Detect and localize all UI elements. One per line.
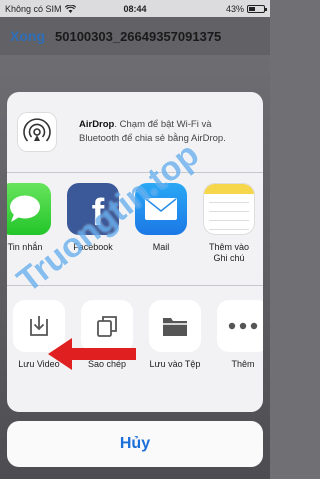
- file-title: 50100303_26649357091375: [55, 28, 222, 44]
- battery-icon: [247, 4, 267, 13]
- app-label: Tin nhắn: [7, 242, 43, 252]
- status-bar: Không có SIM 08:44 43%: [0, 0, 270, 17]
- action-more[interactable]: Thêm: [217, 300, 263, 412]
- facebook-icon: f: [67, 183, 119, 235]
- app-label: Mail: [152, 242, 170, 252]
- red-arrow-icon: [48, 338, 136, 370]
- app-label-line2: Ghi chú: [213, 253, 245, 263]
- share-apps-row: Tin nhắn f Facebook Mail Thêm vào Ghi ch…: [7, 173, 263, 286]
- share-app-messages[interactable]: Tin nhắn: [7, 183, 51, 285]
- cancel-button[interactable]: Hủy: [7, 421, 263, 467]
- action-save-to-files[interactable]: Lưu vào Tệp: [149, 300, 201, 412]
- app-label-line1: Thêm vào: [208, 242, 250, 252]
- nav-bar: Xong 50100303_26649357091375: [0, 17, 270, 55]
- app-label: Facebook: [73, 242, 113, 252]
- folder-icon: [149, 300, 201, 352]
- done-button[interactable]: Xong: [10, 28, 45, 44]
- carrier-label: Không có SIM: [5, 3, 62, 14]
- share-app-notes[interactable]: Thêm vào Ghi chú: [203, 183, 255, 285]
- battery-percent: 43%: [225, 3, 244, 14]
- wifi-icon: [64, 4, 76, 13]
- notes-icon: [203, 183, 255, 235]
- airdrop-row[interactable]: AirDrop. Chạm để bật Wi-Fi và Bluetooth …: [7, 92, 263, 173]
- airdrop-icon: [17, 112, 57, 152]
- airdrop-description: AirDrop. Chạm để bật Wi-Fi và Bluetooth …: [79, 118, 253, 146]
- clock: 08:44: [123, 3, 147, 14]
- messages-icon: [7, 183, 51, 235]
- action-label: Lưu vào Tệp: [149, 359, 201, 369]
- share-app-facebook[interactable]: f Facebook: [67, 183, 119, 285]
- mail-icon: [135, 183, 187, 235]
- share-app-mail[interactable]: Mail: [135, 183, 187, 285]
- airdrop-title: AirDrop: [79, 119, 115, 130]
- more-icon: [217, 300, 263, 352]
- action-label: Thêm: [231, 359, 255, 369]
